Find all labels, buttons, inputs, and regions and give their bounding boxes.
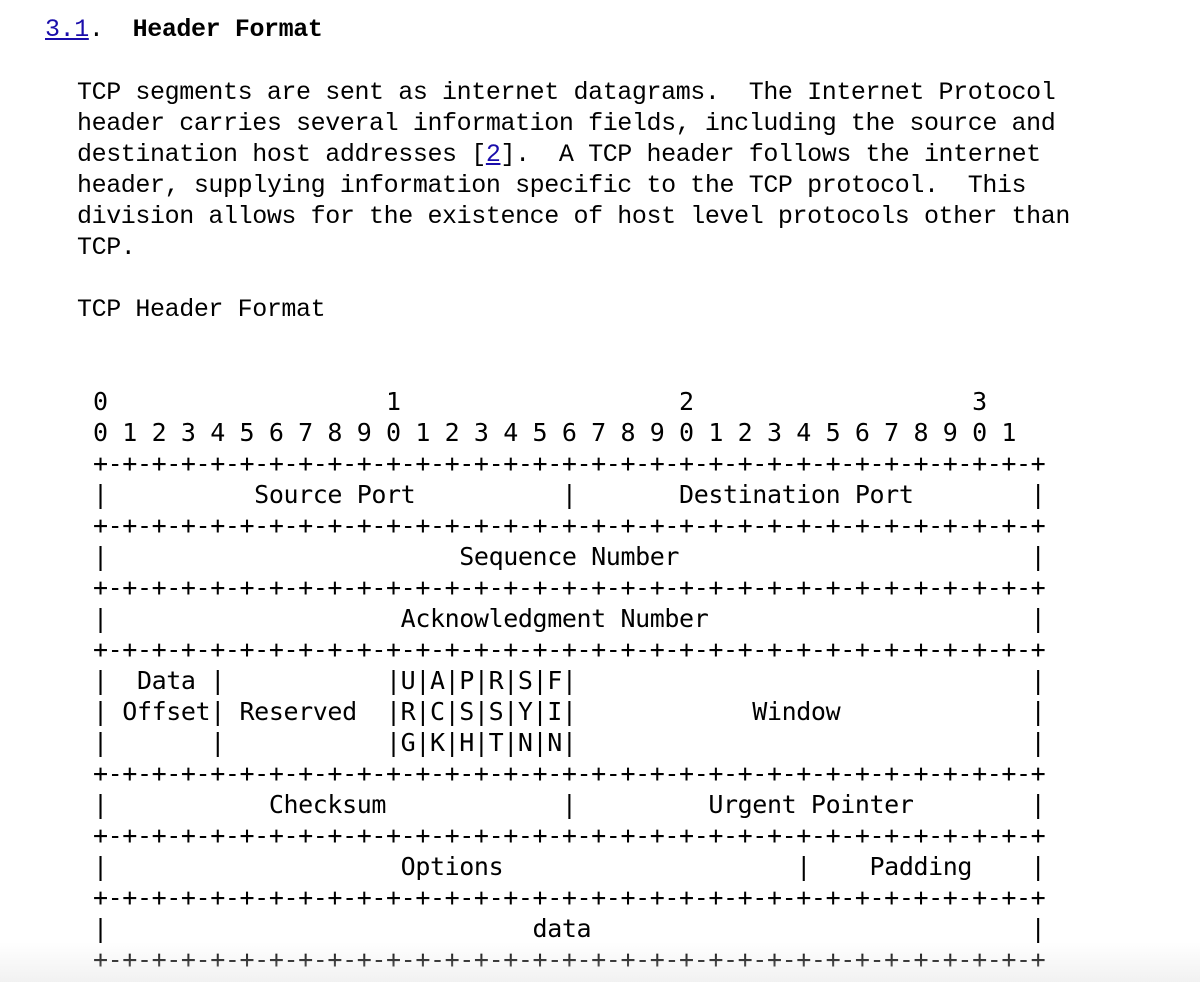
diagram-title: TCP Header Format (77, 295, 326, 324)
diagram-line: | Data | |U|A|P|R|S|F| | (93, 666, 1046, 695)
diagram-line: | Checksum | Urgent Pointer | (93, 790, 1046, 819)
diagram-line: | Offset| Reserved |R|C|S|S|Y|I| Window … (93, 697, 1046, 726)
section-number-link[interactable]: 3.1 (45, 15, 89, 44)
diagram-line: 0 1 2 3 (93, 387, 987, 416)
diagram-line: | | |G|K|H|T|N|N| | (93, 728, 1046, 757)
diagram-line: 0 1 2 3 4 5 6 7 8 9 0 1 2 3 4 5 6 7 8 9 … (93, 418, 1017, 447)
diagram-line: +-+-+-+-+-+-+-+-+-+-+-+-+-+-+-+-+-+-+-+-… (93, 635, 1046, 664)
diagram-line: | Source Port | Destination Port | (93, 480, 1046, 509)
diagram-line: +-+-+-+-+-+-+-+-+-+-+-+-+-+-+-+-+-+-+-+-… (93, 573, 1046, 602)
tcp-header-diagram: 0 1 2 30 1 2 3 4 5 6 7 8 9 0 1 2 3 4 5 6… (93, 386, 1046, 975)
diagram-line: | Options | Padding | (93, 852, 1046, 881)
diagram-line: +-+-+-+-+-+-+-+-+-+-+-+-+-+-+-+-+-+-+-+-… (93, 759, 1046, 788)
diagram-line: +-+-+-+-+-+-+-+-+-+-+-+-+-+-+-+-+-+-+-+-… (93, 511, 1046, 540)
diagram-line: | data | (93, 914, 1046, 943)
rfc-document: 3.1. Header Format TCP segments are sent… (0, 0, 1200, 982)
diagram-line: +-+-+-+-+-+-+-+-+-+-+-+-+-+-+-+-+-+-+-+-… (93, 945, 1046, 974)
reference-link[interactable]: 2 (486, 140, 501, 169)
diagram-line: | Sequence Number | (93, 542, 1046, 571)
section-number-separator: . (88, 15, 133, 44)
section-heading: 3.1. Header Format (45, 14, 323, 45)
diagram-line: +-+-+-+-+-+-+-+-+-+-+-+-+-+-+-+-+-+-+-+-… (93, 821, 1046, 850)
diagram-line: | Acknowledgment Number | (93, 604, 1046, 633)
diagram-line: +-+-+-+-+-+-+-+-+-+-+-+-+-+-+-+-+-+-+-+-… (93, 449, 1046, 478)
diagram-line: +-+-+-+-+-+-+-+-+-+-+-+-+-+-+-+-+-+-+-+-… (93, 883, 1046, 912)
section-title: Header Format (132, 15, 323, 44)
intro-paragraph: TCP segments are sent as internet datagr… (77, 77, 1070, 263)
